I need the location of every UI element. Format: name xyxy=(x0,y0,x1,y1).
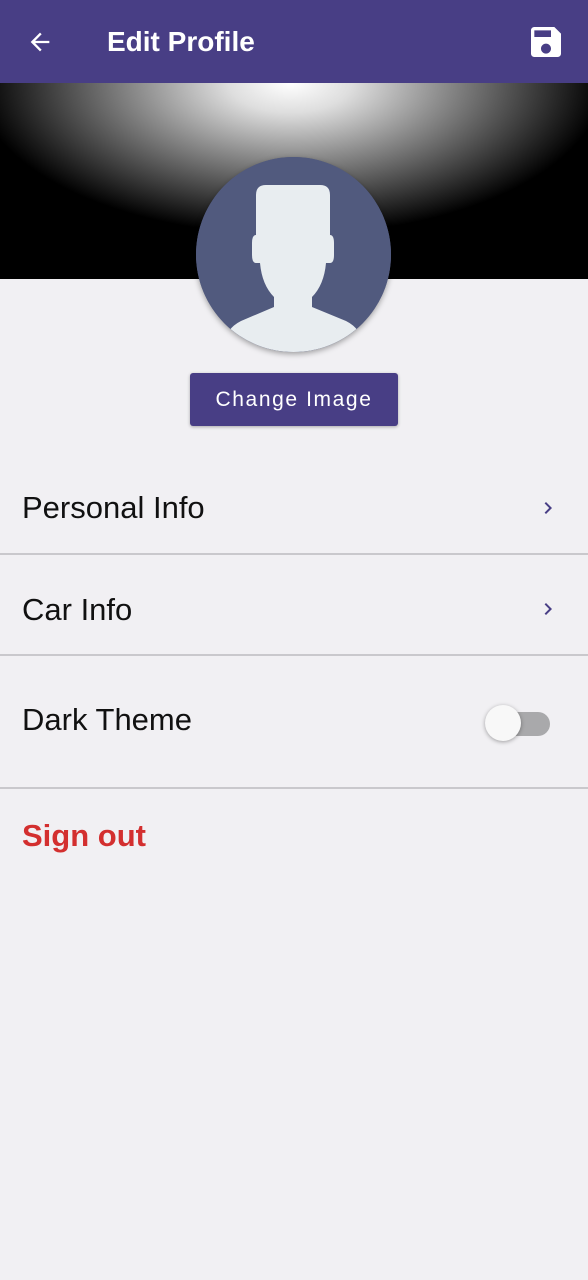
back-button[interactable] xyxy=(20,22,60,62)
divider xyxy=(0,787,588,789)
divider xyxy=(0,654,588,656)
settings-item-car-info[interactable]: Car Info xyxy=(0,556,588,654)
save-button[interactable] xyxy=(520,16,572,68)
sign-out-button[interactable]: Sign out xyxy=(22,816,146,856)
toggle-thumb xyxy=(485,705,521,741)
change-image-button[interactable]: Change Image xyxy=(190,373,398,426)
arrow-back-icon xyxy=(30,32,50,52)
page-title: Edit Profile xyxy=(107,26,255,57)
chevron-right-icon xyxy=(544,502,552,514)
chevron-right-icon xyxy=(544,603,552,615)
profile-avatar[interactable] xyxy=(196,157,391,352)
settings-item-label: Dark Theme xyxy=(22,702,192,737)
dark-theme-toggle[interactable] xyxy=(484,704,554,744)
settings-item-label: Personal Info xyxy=(22,490,205,525)
settings-item-label: Car Info xyxy=(22,592,133,627)
settings-item-personal-info[interactable]: Personal Info xyxy=(0,466,588,554)
app-bar: Edit Profile xyxy=(0,0,588,83)
default-person-avatar-icon xyxy=(196,157,391,352)
divider xyxy=(0,553,588,555)
save-icon xyxy=(531,27,561,57)
